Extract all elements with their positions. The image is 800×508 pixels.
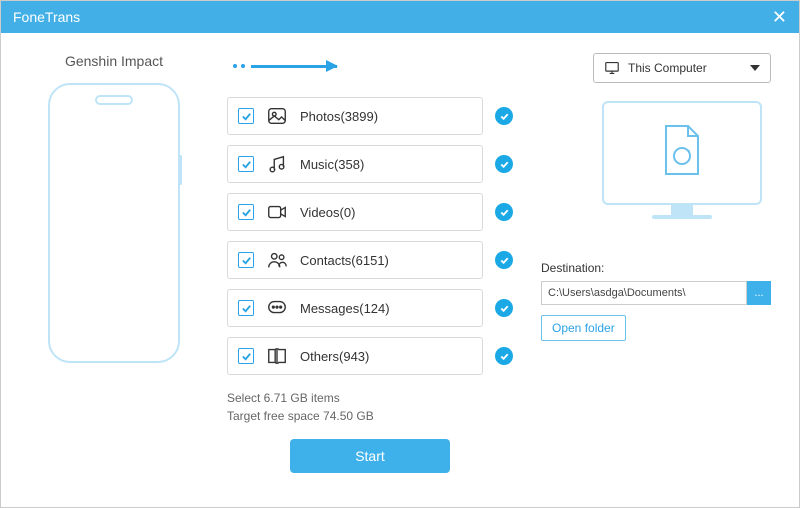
status-check-photos [495, 107, 513, 125]
checkbox-photos[interactable] [238, 108, 254, 124]
close-button[interactable]: ✕ [772, 7, 787, 28]
monitor-illustration [593, 101, 771, 231]
chevron-down-icon [750, 65, 760, 71]
category-box-photos[interactable]: Photos(3899) [227, 97, 483, 135]
status-check-videos [495, 203, 513, 221]
checkbox-contacts[interactable] [238, 252, 254, 268]
destination-path-field[interactable]: C:\Users\asdga\Documents\ [541, 281, 747, 305]
videos-icon [266, 201, 288, 223]
status-check-others [495, 347, 513, 365]
selection-summary: Select 6.71 GB items Target free space 7… [227, 389, 513, 425]
photos-icon [266, 105, 288, 127]
others-icon [266, 345, 288, 367]
target-column: This Computer Destination: C:\Users\asdg… [541, 53, 771, 491]
category-label-contacts: Contacts(6151) [300, 253, 389, 268]
checkbox-music[interactable] [238, 156, 254, 172]
contacts-icon [266, 249, 288, 271]
target-dropdown-label: This Computer [628, 61, 707, 75]
category-box-others[interactable]: Others(943) [227, 337, 483, 375]
transfer-arrow-icon [227, 53, 513, 79]
app-window: FoneTrans ✕ Genshin Impact Photos(38 [0, 0, 800, 508]
file-refresh-icon [660, 124, 704, 183]
source-device-name: Genshin Impact [65, 53, 163, 69]
destination-section: Destination: C:\Users\asdga\Documents\ .… [541, 261, 771, 341]
main-content: Genshin Impact Photos(3899) [1, 33, 799, 507]
category-row-contacts: Contacts(6151) [227, 241, 513, 279]
category-row-messages: Messages(124) [227, 289, 513, 327]
computer-icon [604, 61, 620, 75]
category-box-videos[interactable]: Videos(0) [227, 193, 483, 231]
checkbox-others[interactable] [238, 348, 254, 364]
titlebar: FoneTrans ✕ [1, 1, 799, 33]
category-label-messages: Messages(124) [300, 301, 390, 316]
target-dropdown[interactable]: This Computer [593, 53, 771, 83]
categories-column: Photos(3899) Music(358) Videos(0) [227, 53, 513, 491]
phone-illustration [48, 83, 180, 363]
category-box-music[interactable]: Music(358) [227, 145, 483, 183]
destination-label: Destination: [541, 261, 771, 275]
category-box-messages[interactable]: Messages(124) [227, 289, 483, 327]
status-check-messages [495, 299, 513, 317]
checkbox-videos[interactable] [238, 204, 254, 220]
source-column: Genshin Impact [29, 53, 199, 491]
summary-selected: Select 6.71 GB items [227, 389, 513, 407]
start-button[interactable]: Start [290, 439, 450, 473]
category-label-others: Others(943) [300, 349, 369, 364]
checkbox-messages[interactable] [238, 300, 254, 316]
phone-sidebutton-icon [179, 155, 182, 185]
music-icon [266, 153, 288, 175]
category-label-videos: Videos(0) [300, 205, 355, 220]
phone-notch-icon [95, 95, 133, 105]
browse-button[interactable]: ... [747, 281, 771, 305]
open-folder-button[interactable]: Open folder [541, 315, 626, 341]
category-box-contacts[interactable]: Contacts(6151) [227, 241, 483, 279]
category-row-videos: Videos(0) [227, 193, 513, 231]
app-title: FoneTrans [13, 9, 80, 25]
category-row-others: Others(943) [227, 337, 513, 375]
category-label-photos: Photos(3899) [300, 109, 378, 124]
category-row-music: Music(358) [227, 145, 513, 183]
status-check-music [495, 155, 513, 173]
summary-free-space: Target free space 74.50 GB [227, 407, 513, 425]
messages-icon [266, 297, 288, 319]
status-check-contacts [495, 251, 513, 269]
category-row-photos: Photos(3899) [227, 97, 513, 135]
category-label-music: Music(358) [300, 157, 364, 172]
